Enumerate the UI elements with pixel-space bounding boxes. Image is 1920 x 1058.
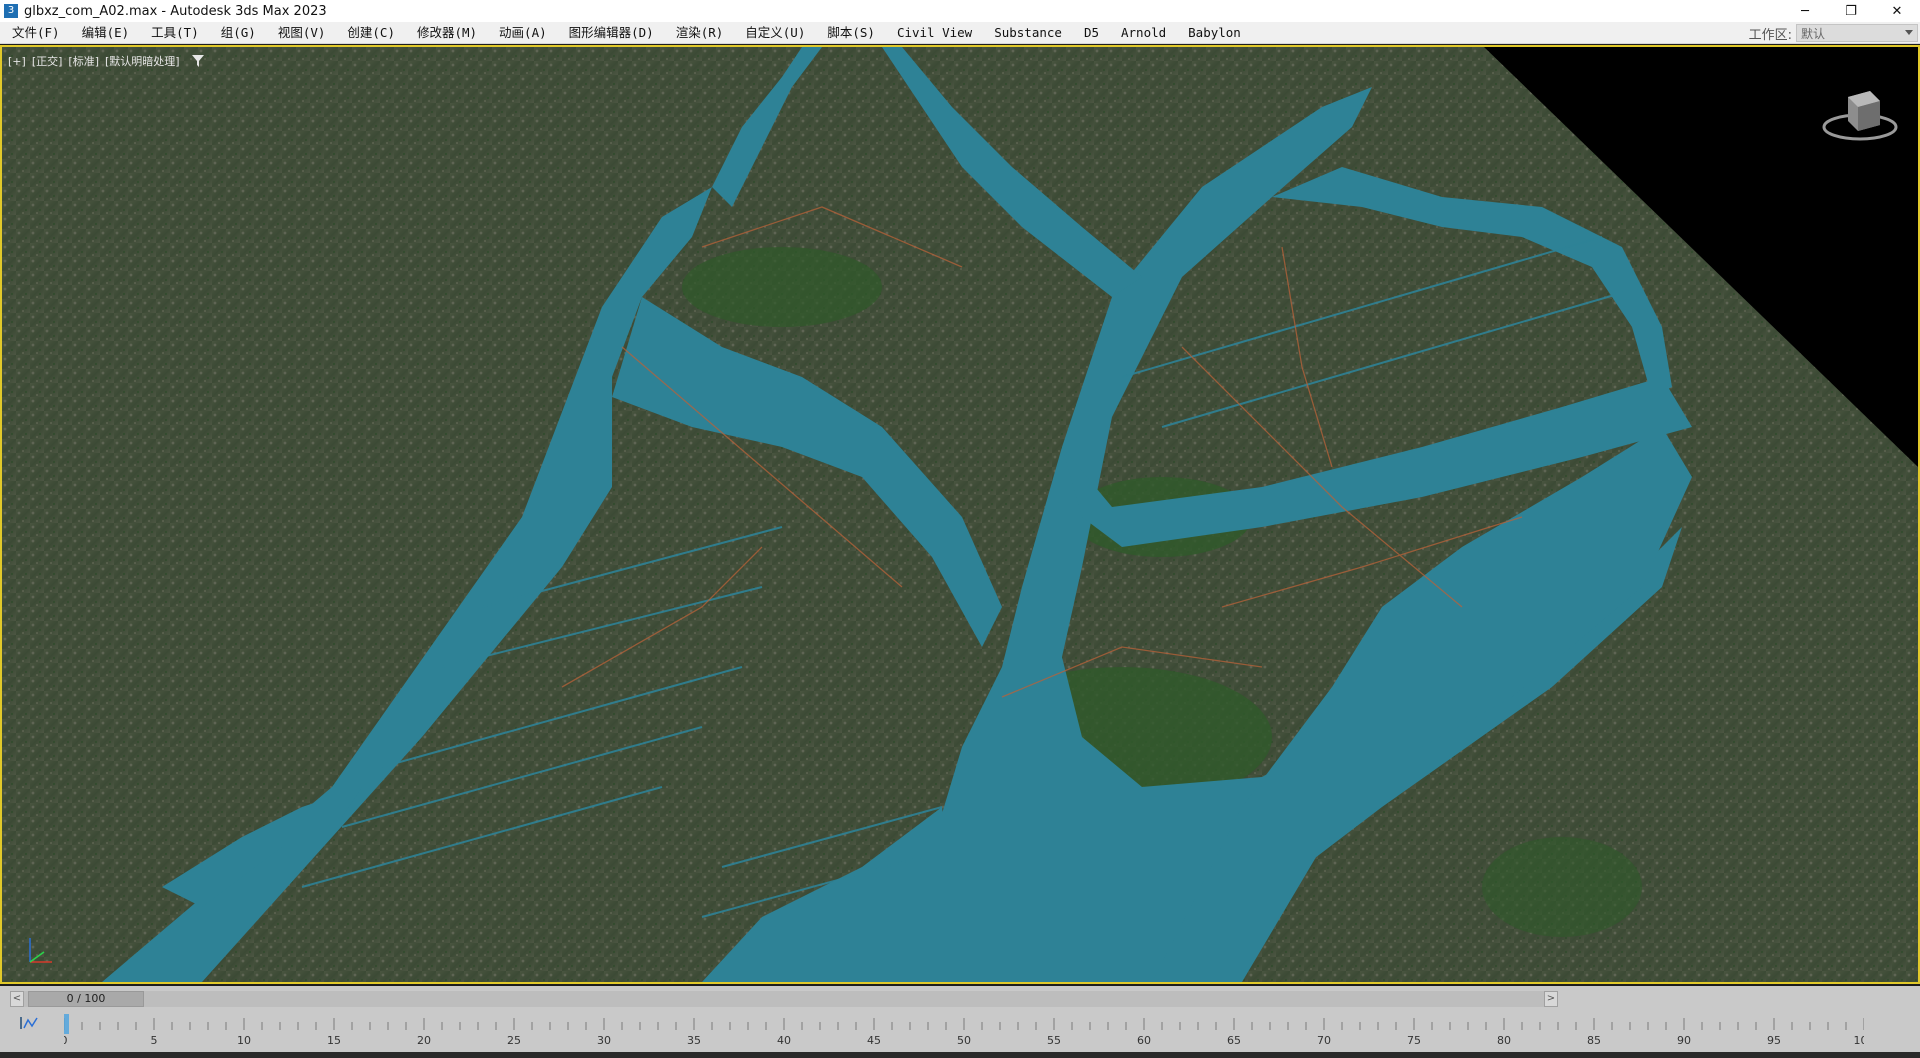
- menu-view[interactable]: 视图(V): [267, 22, 337, 44]
- window-controls: ─ ❐ ✕: [1782, 0, 1920, 22]
- frame-tick-label: 10: [237, 1034, 251, 1047]
- viewport-shading[interactable]: [默认明暗处理]: [105, 53, 180, 69]
- frame-tick-label: 40: [777, 1034, 791, 1047]
- perspective-viewport[interactable]: [+] [正交] [标准] [默认明暗处理]: [0, 45, 1920, 984]
- app-icon: 3: [4, 4, 18, 18]
- viewcube-icon[interactable]: [1820, 77, 1900, 147]
- workspace-label: 工作区:: [1748, 27, 1792, 43]
- viewport-point-of-view[interactable]: [正交]: [32, 53, 63, 69]
- frame-tick-label: 55: [1047, 1034, 1061, 1047]
- workspace-value: 默认: [1801, 26, 1826, 41]
- frame-tick-label: 60: [1137, 1034, 1151, 1047]
- frame-tick-label: 100: [1854, 1034, 1865, 1047]
- filter-icon[interactable]: [191, 55, 204, 67]
- frame-tick-label: 0: [64, 1034, 68, 1047]
- frame-tick-label: 15: [327, 1034, 341, 1047]
- frame-tick-label: 90: [1677, 1034, 1691, 1047]
- menu-scripting[interactable]: 脚本(S): [816, 22, 886, 44]
- frame-tick-label: 5: [151, 1034, 158, 1047]
- menu-substance[interactable]: Substance: [983, 22, 1073, 44]
- viewport-menu-plus[interactable]: [+]: [8, 55, 26, 68]
- menu-civil-view[interactable]: Civil View: [886, 22, 983, 44]
- timeline-panel: < 0 / 100 > 0 5 10 15 20 25 30 35 40 45 50 55 60 65 70…: [0, 986, 1920, 1058]
- title-bar: 3 glbxz_com_A02.max - Autodesk 3ds Max 2…: [0, 0, 1920, 22]
- menu-group[interactable]: 组(G): [210, 22, 267, 44]
- viewport-quality[interactable]: [标准]: [68, 53, 99, 69]
- menu-file[interactable]: 文件(F): [0, 22, 71, 44]
- menu-d5[interactable]: D5: [1073, 22, 1110, 44]
- viewport-label: [+] [正交] [标准] [默认明暗处理]: [8, 53, 204, 69]
- workspace-dropdown[interactable]: 默认: [1796, 24, 1918, 42]
- frame-tick-label: 65: [1227, 1034, 1241, 1047]
- frame-tick-label: 95: [1767, 1034, 1781, 1047]
- hill-area: [682, 247, 882, 327]
- viewport-scene: [2, 47, 1918, 982]
- restore-button[interactable]: ❐: [1828, 0, 1874, 22]
- menu-create[interactable]: 创建(C): [336, 22, 406, 44]
- frame-tick-label: 30: [597, 1034, 611, 1047]
- menu-arnold[interactable]: Arnold: [1110, 22, 1177, 44]
- frame-tick-label: 50: [957, 1034, 971, 1047]
- time-prev-button[interactable]: <: [10, 991, 24, 1007]
- mini-curve-editor-icon[interactable]: [20, 1016, 38, 1030]
- menu-bar: 文件(F) 编辑(E) 工具(T) 组(G) 视图(V) 创建(C) 修改器(M…: [0, 22, 1920, 44]
- frame-tick-label: 75: [1407, 1034, 1421, 1047]
- frame-tick-label: 45: [867, 1034, 881, 1047]
- frame-tick-label: 70: [1317, 1034, 1331, 1047]
- menu-babylon[interactable]: Babylon: [1177, 22, 1252, 44]
- frame-ruler[interactable]: 0 5 10 15 20 25 30 35 40 45 50 55 60 65 70 75 80 85 90 95 10…: [64, 1012, 1864, 1054]
- menu-modifiers[interactable]: 修改器(M): [406, 22, 488, 44]
- menu-tools[interactable]: 工具(T): [140, 22, 210, 44]
- window-title: glbxz_com_A02.max - Autodesk 3ds Max 202…: [24, 3, 327, 19]
- time-slider-track[interactable]: 0 / 100: [24, 991, 1544, 1007]
- axis-tripod-icon: [29, 938, 52, 963]
- frame-tick-label: 20: [417, 1034, 431, 1047]
- menu-edit[interactable]: 编辑(E): [71, 22, 141, 44]
- current-frame-marker[interactable]: [64, 1014, 69, 1034]
- time-next-button[interactable]: >: [1544, 991, 1558, 1007]
- menu-animation[interactable]: 动画(A): [488, 22, 558, 44]
- time-slider-thumb[interactable]: 0 / 100: [28, 991, 144, 1007]
- menu-graph-editors[interactable]: 图形编辑器(D): [558, 22, 665, 44]
- frame-tick-label: 80: [1497, 1034, 1511, 1047]
- menu-customize[interactable]: 自定义(U): [734, 22, 816, 44]
- taskbar-strip: [0, 1052, 1920, 1058]
- workspace-switcher: 工作区: 默认: [1749, 22, 1920, 44]
- chevron-down-icon: [1905, 30, 1913, 35]
- frame-tick-label: 85: [1587, 1034, 1601, 1047]
- menu-rendering[interactable]: 渲染(R): [665, 22, 735, 44]
- hill-area: [1482, 837, 1642, 937]
- time-slider-row: < 0 / 100 >: [10, 990, 1558, 1008]
- close-button[interactable]: ✕: [1874, 0, 1920, 22]
- frame-tick-label: 35: [687, 1034, 701, 1047]
- frame-tick-label: 25: [507, 1034, 521, 1047]
- minimize-button[interactable]: ─: [1782, 0, 1828, 22]
